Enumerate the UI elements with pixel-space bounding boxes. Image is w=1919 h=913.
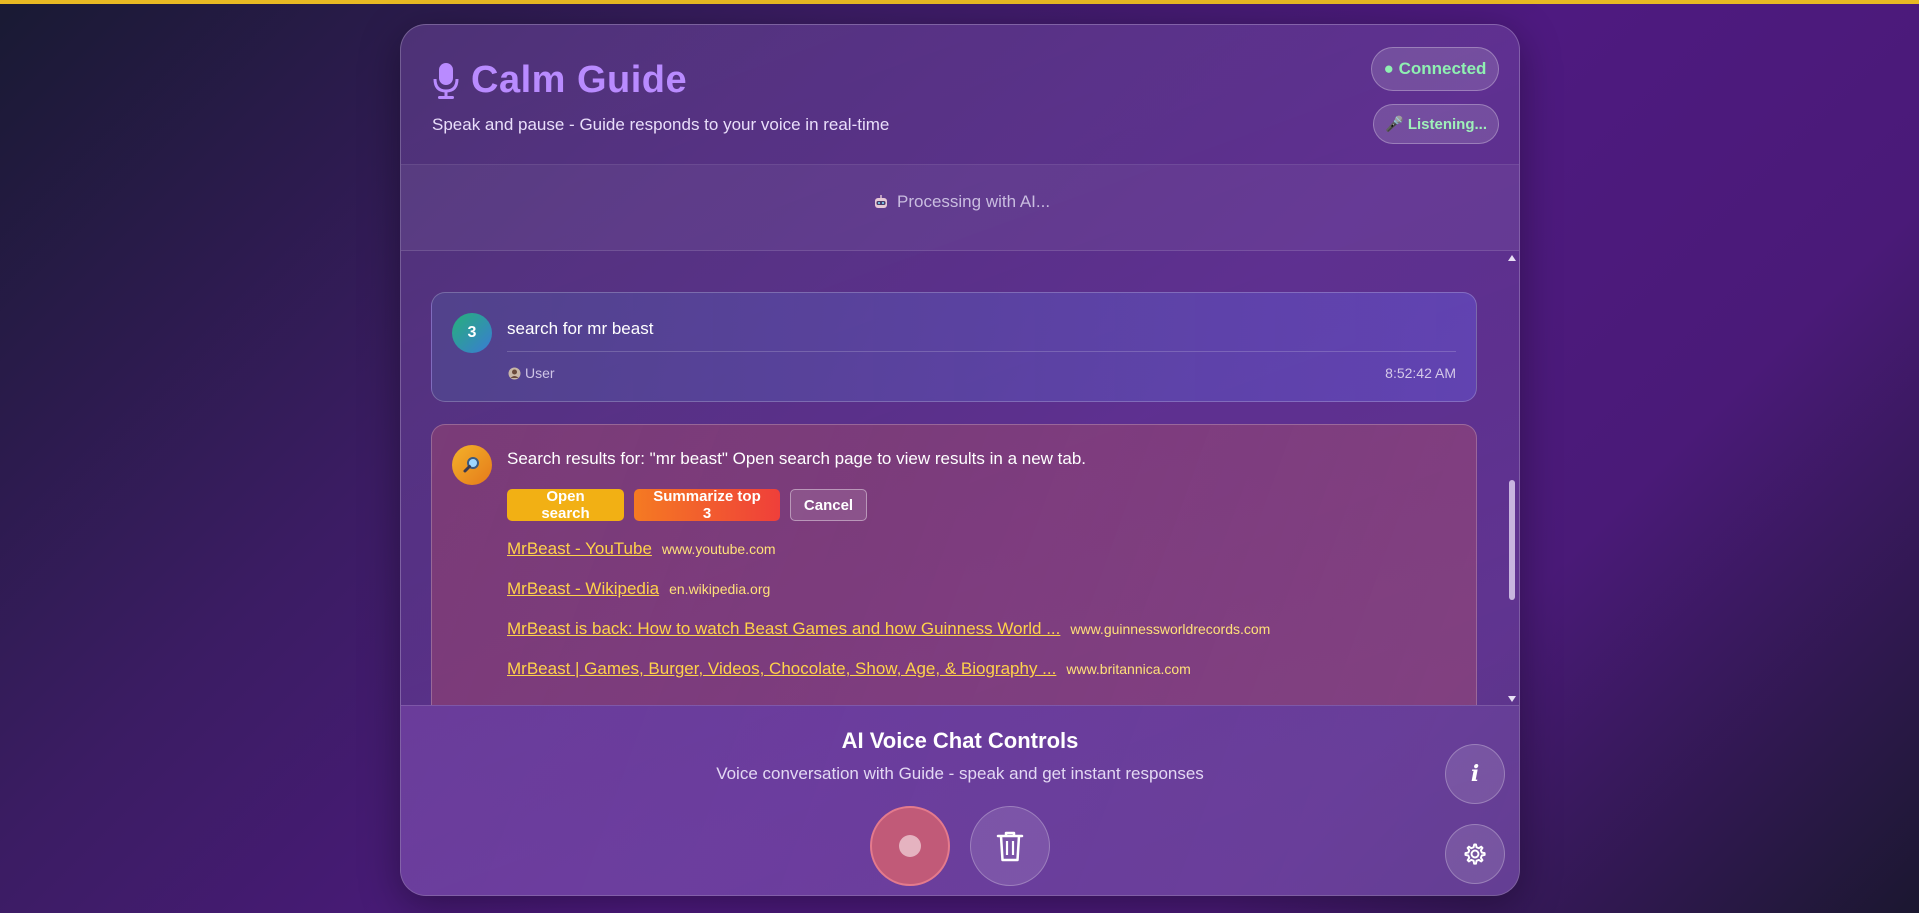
search-result-link[interactable]: MrBeast is back: How to watch Beast Game… — [507, 619, 1060, 639]
search-result-item: MrBeast | Games, Burger, Videos, Chocola… — [507, 659, 1270, 699]
settings-button[interactable] — [1445, 824, 1505, 884]
assistant-message: Search results for: "mr beast" Open sear… — [431, 424, 1477, 705]
processing-indicator: Processing with AI... — [873, 192, 1050, 212]
message-divider — [507, 351, 1456, 352]
controls-title: AI Voice Chat Controls — [841, 728, 1079, 753]
search-result-domain: en.wikipedia.org — [669, 581, 771, 597]
sender-label: User — [525, 365, 555, 381]
search-result-link[interactable]: MrBeast - YouTube — [507, 539, 652, 559]
scroll-up-arrow[interactable] — [1508, 255, 1516, 261]
app-title: Calm Guide — [471, 59, 688, 101]
summarize-top-3-button[interactable]: Summarize top 3 — [634, 488, 780, 522]
scroll-thumb[interactable] — [1509, 480, 1515, 600]
assistant-avatar — [452, 445, 492, 485]
app-window: Calm Guide Speak and pause - Guide respo… — [400, 24, 1520, 896]
cancel-button[interactable]: Cancel — [790, 489, 867, 521]
search-result-domain: www.britannica.com — [1066, 661, 1191, 677]
record-button[interactable] — [870, 806, 950, 886]
search-result-item: MrBeast - Wikipedia en.wikipedia.org — [507, 579, 1270, 619]
processing-text: Processing with AI... — [897, 192, 1051, 211]
gear-icon — [1464, 843, 1486, 865]
info-button[interactable]: i — [1445, 744, 1505, 804]
trash-icon — [996, 831, 1024, 862]
assistant-message-text: Search results for: "mr beast" Open sear… — [507, 449, 1087, 468]
user-message: 3 search for mr beast User 8:52:42 AM — [431, 292, 1477, 402]
listening-status-badge: 🎤 Listening... — [1373, 104, 1499, 144]
search-result-domain: www.youtube.com — [661, 541, 776, 557]
open-search-button[interactable]: Open search — [507, 488, 624, 522]
voice-controls-panel: AI Voice Chat Controls Voice conversatio… — [401, 705, 1519, 895]
message-scrollbar[interactable] — [1507, 252, 1517, 705]
search-result-item: MrBeast is back: How to watch Beast Game… — [507, 619, 1270, 659]
microphone-icon — [433, 62, 459, 99]
magnifier-icon — [463, 457, 479, 473]
message-sender: User — [508, 365, 555, 381]
top-accent-strip — [0, 0, 1919, 4]
search-results-list: MrBeast - YouTube www.youtube.com MrBeas… — [507, 539, 1270, 699]
user-message-text: search for mr beast — [507, 319, 654, 338]
action-buttons: Open search Summarize top 3 Cancel — [507, 488, 867, 522]
search-result-link[interactable]: MrBeast | Games, Burger, Videos, Chocola… — [507, 659, 1056, 679]
search-result-item: MrBeast - YouTube www.youtube.com — [507, 539, 1270, 579]
app-subtitle: Speak and pause - Guide responds to your… — [432, 115, 890, 134]
user-icon — [508, 367, 521, 379]
header: Calm Guide Speak and pause - Guide respo… — [401, 25, 1519, 165]
title-row: Calm Guide — [431, 59, 687, 102]
message-timestamp: 8:52:42 AM — [1385, 365, 1456, 381]
record-icon — [899, 835, 921, 857]
clear-chat-button[interactable] — [970, 806, 1050, 886]
search-result-domain: www.guinnessworldrecords.com — [1070, 621, 1271, 637]
message-list[interactable]: 3 search for mr beast User 8:52:42 AM Se… — [401, 252, 1519, 705]
connection-status-badge: ● Connected — [1371, 47, 1499, 91]
info-icon: i — [1470, 761, 1480, 787]
robot-icon — [875, 195, 887, 208]
search-result-link[interactable]: MrBeast - Wikipedia — [507, 579, 659, 599]
controls-subtitle: Voice conversation with Guide - speak an… — [716, 764, 1204, 783]
message-number-badge: 3 — [452, 313, 492, 353]
processing-bar: Processing with AI... — [401, 165, 1519, 251]
scroll-down-arrow[interactable] — [1508, 696, 1516, 702]
